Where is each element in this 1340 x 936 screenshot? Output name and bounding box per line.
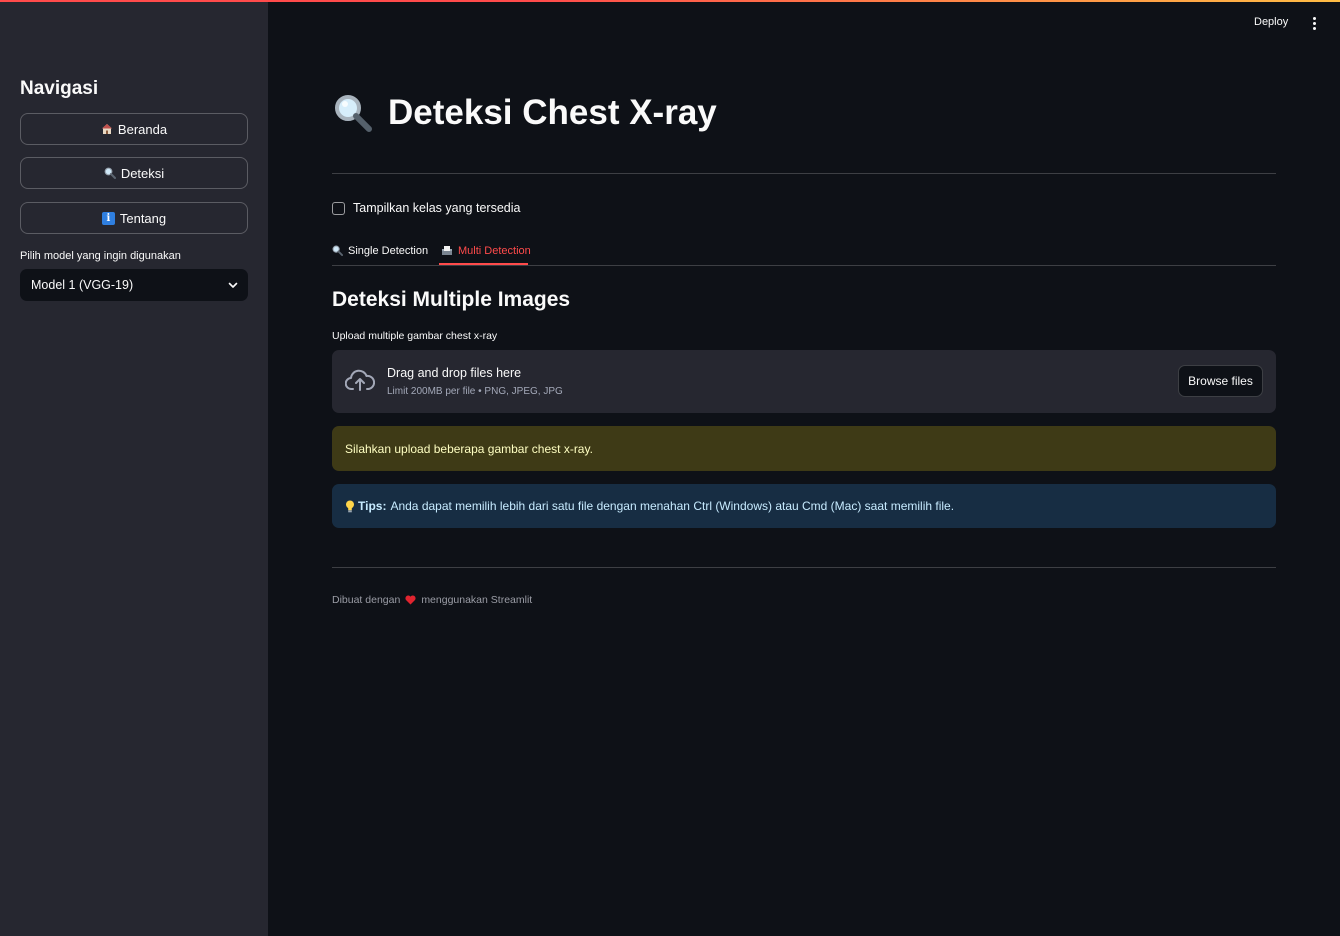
cloud-upload-icon <box>344 369 375 398</box>
tab-single-detection[interactable]: Single Detection <box>332 236 428 265</box>
magnifier-icon <box>332 245 343 256</box>
deploy-button[interactable]: Deploy <box>1254 16 1288 28</box>
warning-alert: Silahkan upload beberapa gambar chest x-… <box>332 426 1276 471</box>
model-select-label: Pilih model yang ingin digunakan <box>20 250 181 262</box>
light-bulb-icon <box>345 500 355 513</box>
house-icon <box>101 123 113 135</box>
info-alert-bold: Tips: <box>358 499 387 513</box>
kebab-menu-icon[interactable] <box>1306 14 1322 32</box>
detection-tabs: Single Detection Multi Detection <box>332 236 1276 266</box>
dropzone-instructions: Drag and drop files here <box>387 366 522 380</box>
inbox-tray-icon <box>441 245 453 256</box>
sidebar-title: Navigasi <box>20 78 99 99</box>
page-title: Deteksi Chest X-ray <box>332 92 717 134</box>
model-select-value: Model 1 (VGG-19) <box>31 278 134 292</box>
section-title: Deteksi Multiple Images <box>332 288 571 311</box>
upload-label: Upload multiple gambar chest x-ray <box>332 330 498 342</box>
tab-label: Multi Detection <box>458 244 531 257</box>
page-title-text: Deteksi Chest X-ray <box>388 93 717 132</box>
nav-button-label: Deteksi <box>120 165 165 181</box>
show-classes-checkbox[interactable]: Tampilkan kelas yang tersedia <box>332 201 520 215</box>
nav-button-beranda[interactable]: Beranda <box>20 113 248 145</box>
browse-files-button[interactable]: Browse files <box>1178 365 1263 397</box>
divider <box>332 173 1276 174</box>
footer-text-before: Dibuat dengan <box>332 594 401 606</box>
info-alert: Tips: Anda dapat memilih lebih dari satu… <box>332 484 1276 528</box>
active-tab-indicator <box>439 263 528 265</box>
nav-button-tentang[interactable]: i Tentang <box>20 202 248 234</box>
file-dropzone[interactable]: Drag and drop files here Limit 200MB per… <box>332 350 1276 413</box>
divider <box>332 567 1276 568</box>
dropzone-limits: Limit 200MB per file • PNG, JPEG, JPG <box>387 386 563 397</box>
model-select[interactable]: Model 1 (VGG-19) <box>20 269 248 301</box>
sidebar: Navigasi Beranda Deteksi i Tentang Pilih… <box>0 0 268 936</box>
nav-button-label: Tentang <box>119 210 167 226</box>
checkbox-box[interactable] <box>332 201 345 215</box>
chevron-down-icon <box>228 278 238 292</box>
magnifier-icon <box>104 167 116 179</box>
footer: Dibuat dengan menggunakan Streamlit <box>332 594 532 606</box>
top-decoration-bar <box>0 0 1340 2</box>
heart-icon <box>405 595 416 605</box>
nav-button-deteksi[interactable]: Deteksi <box>20 157 248 189</box>
magnifier-icon <box>332 92 374 134</box>
footer-text-after: menggunakan Streamlit <box>421 594 533 606</box>
tab-label: Single Detection <box>348 244 429 257</box>
info-icon: i <box>101 211 115 225</box>
warning-alert-text: Silahkan upload beberapa gambar chest x-… <box>345 441 593 456</box>
checkbox-label: Tampilkan kelas yang tersedia <box>353 201 521 215</box>
tab-multi-detection[interactable]: Multi Detection <box>440 236 532 265</box>
nav-button-label: Beranda <box>117 121 168 137</box>
info-alert-text: Anda dapat memilih lebih dari satu file … <box>390 499 955 513</box>
